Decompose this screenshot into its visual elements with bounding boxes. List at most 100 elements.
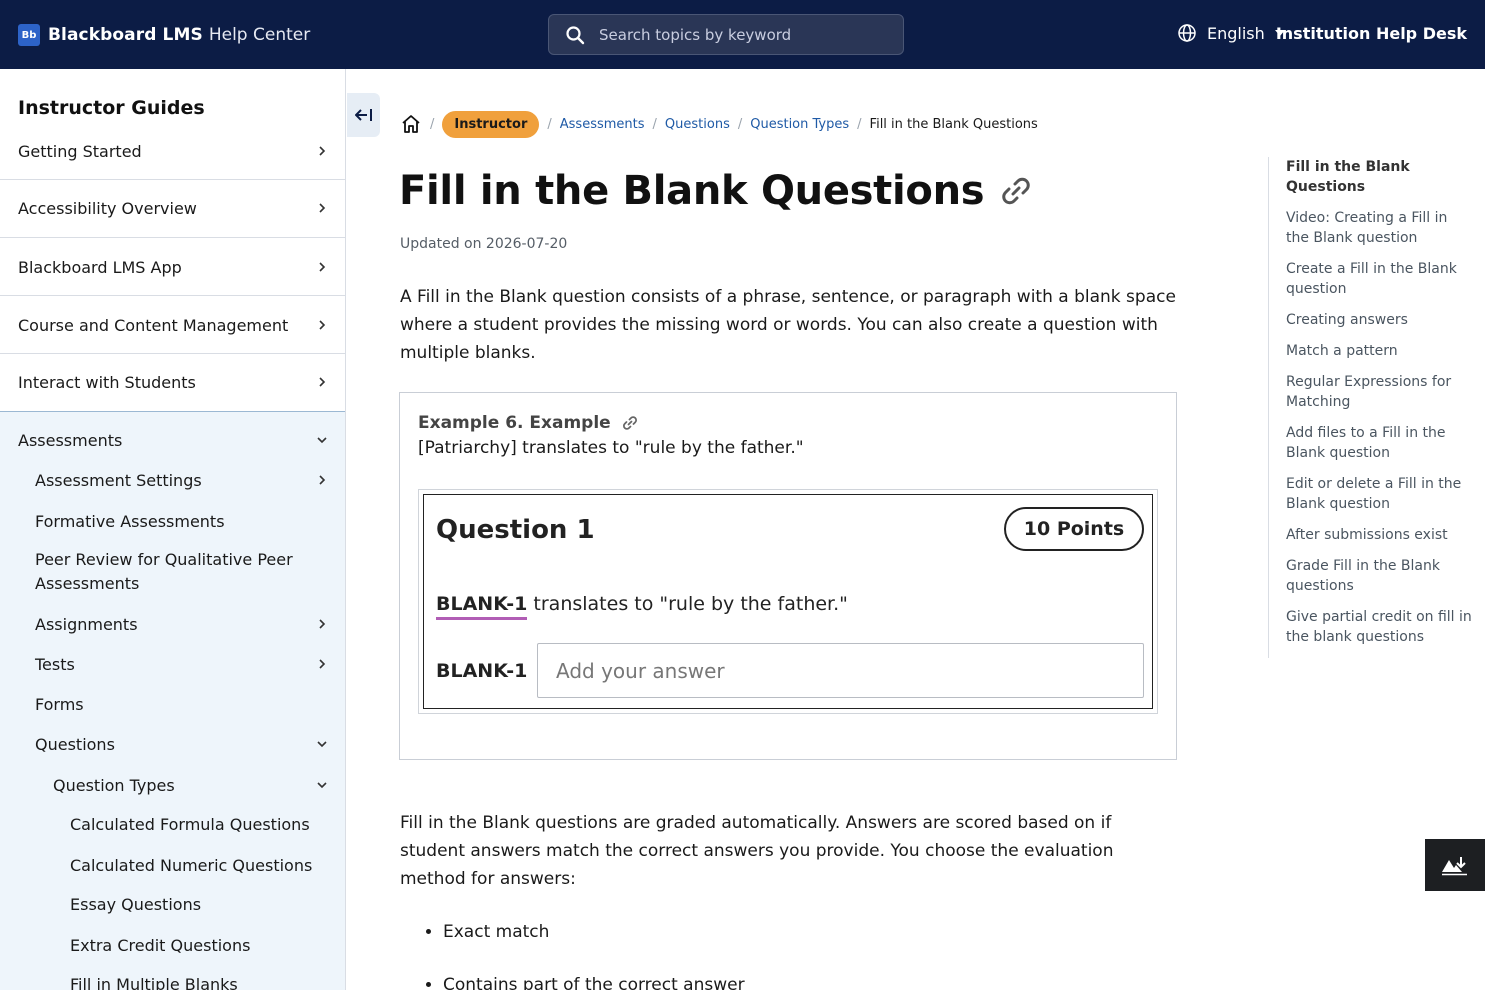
breadcrumb-separator: / xyxy=(652,116,657,132)
sidebar-item-interact-students[interactable]: Interact with Students xyxy=(0,370,345,394)
statement-text: translates to "rule by the father." xyxy=(527,593,848,615)
list-item: Contains part of the correct answer xyxy=(443,971,745,990)
sidebar-item-assessments[interactable]: Assessments xyxy=(0,428,345,452)
sidebar-item-essay[interactable]: Essay Questions xyxy=(0,892,345,916)
collapse-arrow-icon xyxy=(354,109,372,121)
language-selector[interactable]: English xyxy=(1177,23,1285,43)
table-of-contents: Fill in the Blank Questions Video: Creat… xyxy=(1268,157,1473,658)
sidebar-item-extra-credit[interactable]: Extra Credit Questions xyxy=(0,933,345,957)
updated-date: Updated on 2026-07-20 xyxy=(400,236,568,252)
toc-item[interactable]: Video: Creating a Fill in the Blank ques… xyxy=(1286,208,1473,248)
toc-item[interactable]: Create a Fill in the Blank question xyxy=(1286,259,1473,299)
chevron-right-icon xyxy=(319,659,326,669)
top-header: Bb Blackboard LMS Help Center English In… xyxy=(0,0,1485,69)
sidebar-item-question-types[interactable]: Question Types xyxy=(0,773,345,797)
sidebar-item-label: Tests xyxy=(35,654,75,674)
toc-item[interactable]: Match a pattern xyxy=(1286,341,1473,361)
sidebar-item-label: Course and Content Management xyxy=(18,315,289,335)
toc-item[interactable]: Grade Fill in the Blank questions xyxy=(1286,556,1473,596)
sidebar-item-formative-assessments[interactable]: Formative Assessments xyxy=(0,509,345,533)
sidebar-item-label: Getting Started xyxy=(18,141,142,161)
language-label: English xyxy=(1207,23,1265,43)
collapse-sidebar-button[interactable] xyxy=(347,93,380,137)
toc-item[interactable]: Edit or delete a Fill in the Blank quest… xyxy=(1286,474,1473,514)
list-item: Exact match xyxy=(443,918,745,946)
breadcrumb-questions-link[interactable]: Questions xyxy=(665,117,730,132)
breadcrumb-question-types-link[interactable]: Question Types xyxy=(750,117,849,132)
divider xyxy=(0,179,345,180)
instructor-badge[interactable]: Instructor xyxy=(442,110,540,138)
sidebar-item-assessment-settings[interactable]: Assessment Settings xyxy=(0,468,345,492)
toc-item[interactable]: Add files to a Fill in the Blank questio… xyxy=(1286,423,1473,463)
example-text: [Patriarchy] translates to "rule by the … xyxy=(418,438,804,458)
sidebar-item-label: Essay Questions xyxy=(70,894,202,914)
search-icon xyxy=(566,25,585,44)
sidebar-item-label: Blackboard LMS App xyxy=(18,257,182,277)
toc-item[interactable]: Give partial credit on fill in the blank… xyxy=(1286,607,1473,647)
toc-item[interactable]: Creating answers xyxy=(1286,310,1473,330)
brand-name: Blackboard LMS xyxy=(48,25,203,45)
sidebar-item-lms-app[interactable]: Blackboard LMS App xyxy=(0,255,345,279)
chevron-right-icon xyxy=(319,146,326,156)
sidebar-item-label: Calculated Formula Questions xyxy=(70,814,310,834)
sidebar-item-assignments[interactable]: Assignments xyxy=(0,612,345,636)
sidebar-item-label: Calculated Numeric Questions xyxy=(70,855,313,875)
sidebar-item-calculated-numeric[interactable]: Calculated Numeric Questions xyxy=(0,853,345,877)
points-badge: 10 Points xyxy=(1004,507,1144,551)
sidebar-item-getting-started[interactable]: Getting Started xyxy=(0,139,345,163)
answer-field: Add your answer xyxy=(537,643,1144,698)
evaluation-methods-list: Exact match Contains part of the correct… xyxy=(443,918,745,990)
institution-help-desk-link[interactable]: Institution Help Desk xyxy=(1276,24,1467,43)
chevron-down-icon xyxy=(317,782,327,789)
sidebar-item-label: Formative Assessments xyxy=(35,511,225,531)
toc-item[interactable]: Regular Expressions for Matching xyxy=(1286,372,1473,412)
sidebar-item-course-content[interactable]: Course and Content Management xyxy=(0,313,345,337)
chevron-down-icon xyxy=(317,741,327,748)
sidebar-item-questions[interactable]: Questions xyxy=(0,732,345,756)
breadcrumb-separator: / xyxy=(430,116,435,132)
chevron-right-icon xyxy=(319,203,326,213)
chevron-down-icon xyxy=(317,437,327,444)
breadcrumb: / Instructor / Assessments / Questions /… xyxy=(400,110,1038,138)
search-input[interactable] xyxy=(599,25,889,44)
brand-subtitle: Help Center xyxy=(208,25,311,45)
breadcrumb-assessments-link[interactable]: Assessments xyxy=(560,117,645,132)
search-box[interactable] xyxy=(548,14,904,55)
breadcrumb-separator: / xyxy=(737,116,743,132)
sidebar-item-tests[interactable]: Tests xyxy=(0,652,345,676)
example-box: Example 6. Example [Patriarchy] translat… xyxy=(399,392,1177,760)
sidebar-item-accessibility[interactable]: Accessibility Overview xyxy=(0,196,345,220)
breadcrumb-current: Fill in the Blank Questions xyxy=(869,116,1038,132)
download-widget-button[interactable] xyxy=(1425,839,1485,891)
blank-label: BLANK-1 xyxy=(436,660,528,682)
graded-paragraph: Fill in the Blank questions are graded a… xyxy=(400,813,1114,889)
sidebar-item-label: Assessment Settings xyxy=(35,470,202,490)
home-icon[interactable] xyxy=(400,113,422,135)
chevron-right-icon xyxy=(319,475,326,485)
sidebar-item-label: Extra Credit Questions xyxy=(70,935,251,955)
sidebar-item-forms[interactable]: Forms xyxy=(0,692,345,716)
example-title: Example 6. Example xyxy=(418,413,639,433)
toc-item[interactable]: Fill in the Blank Questions xyxy=(1286,157,1473,197)
sidebar-item-label: Questions xyxy=(35,734,115,754)
sidebar-nav: Instructor Guides Getting Started Access… xyxy=(0,69,346,990)
divider xyxy=(0,295,345,296)
page-title-text: Fill in the Blank Questions xyxy=(399,168,985,214)
sidebar-item-label: Forms xyxy=(35,694,84,714)
brand-logo-link[interactable]: Bb Blackboard LMS Help Center xyxy=(18,24,310,46)
divider xyxy=(0,237,345,238)
sidebar-item-fill-multiple-blanks[interactable]: Fill in Multiple Blanks xyxy=(0,972,345,990)
question-title: Question 1 xyxy=(436,515,595,545)
sidebar-item-label: Interact with Students xyxy=(18,372,196,392)
example-title-text: Example 6. Example xyxy=(418,413,611,433)
toc-item[interactable]: After submissions exist xyxy=(1286,525,1473,545)
breadcrumb-separator: / xyxy=(547,116,552,132)
assessments-subnav: Assessments Assessment Settings Formativ… xyxy=(0,411,345,990)
sidebar-item-peer-review[interactable]: Peer Review for Qualitative Peer Assessm… xyxy=(0,548,345,598)
link-icon[interactable] xyxy=(998,173,1034,209)
sidebar-item-calculated-formula[interactable]: Calculated Formula Questions xyxy=(0,812,345,836)
page-title: Fill in the Blank Questions xyxy=(399,168,1034,214)
download-icon xyxy=(1442,857,1467,876)
link-icon[interactable] xyxy=(621,414,639,432)
chevron-right-icon xyxy=(319,262,326,272)
